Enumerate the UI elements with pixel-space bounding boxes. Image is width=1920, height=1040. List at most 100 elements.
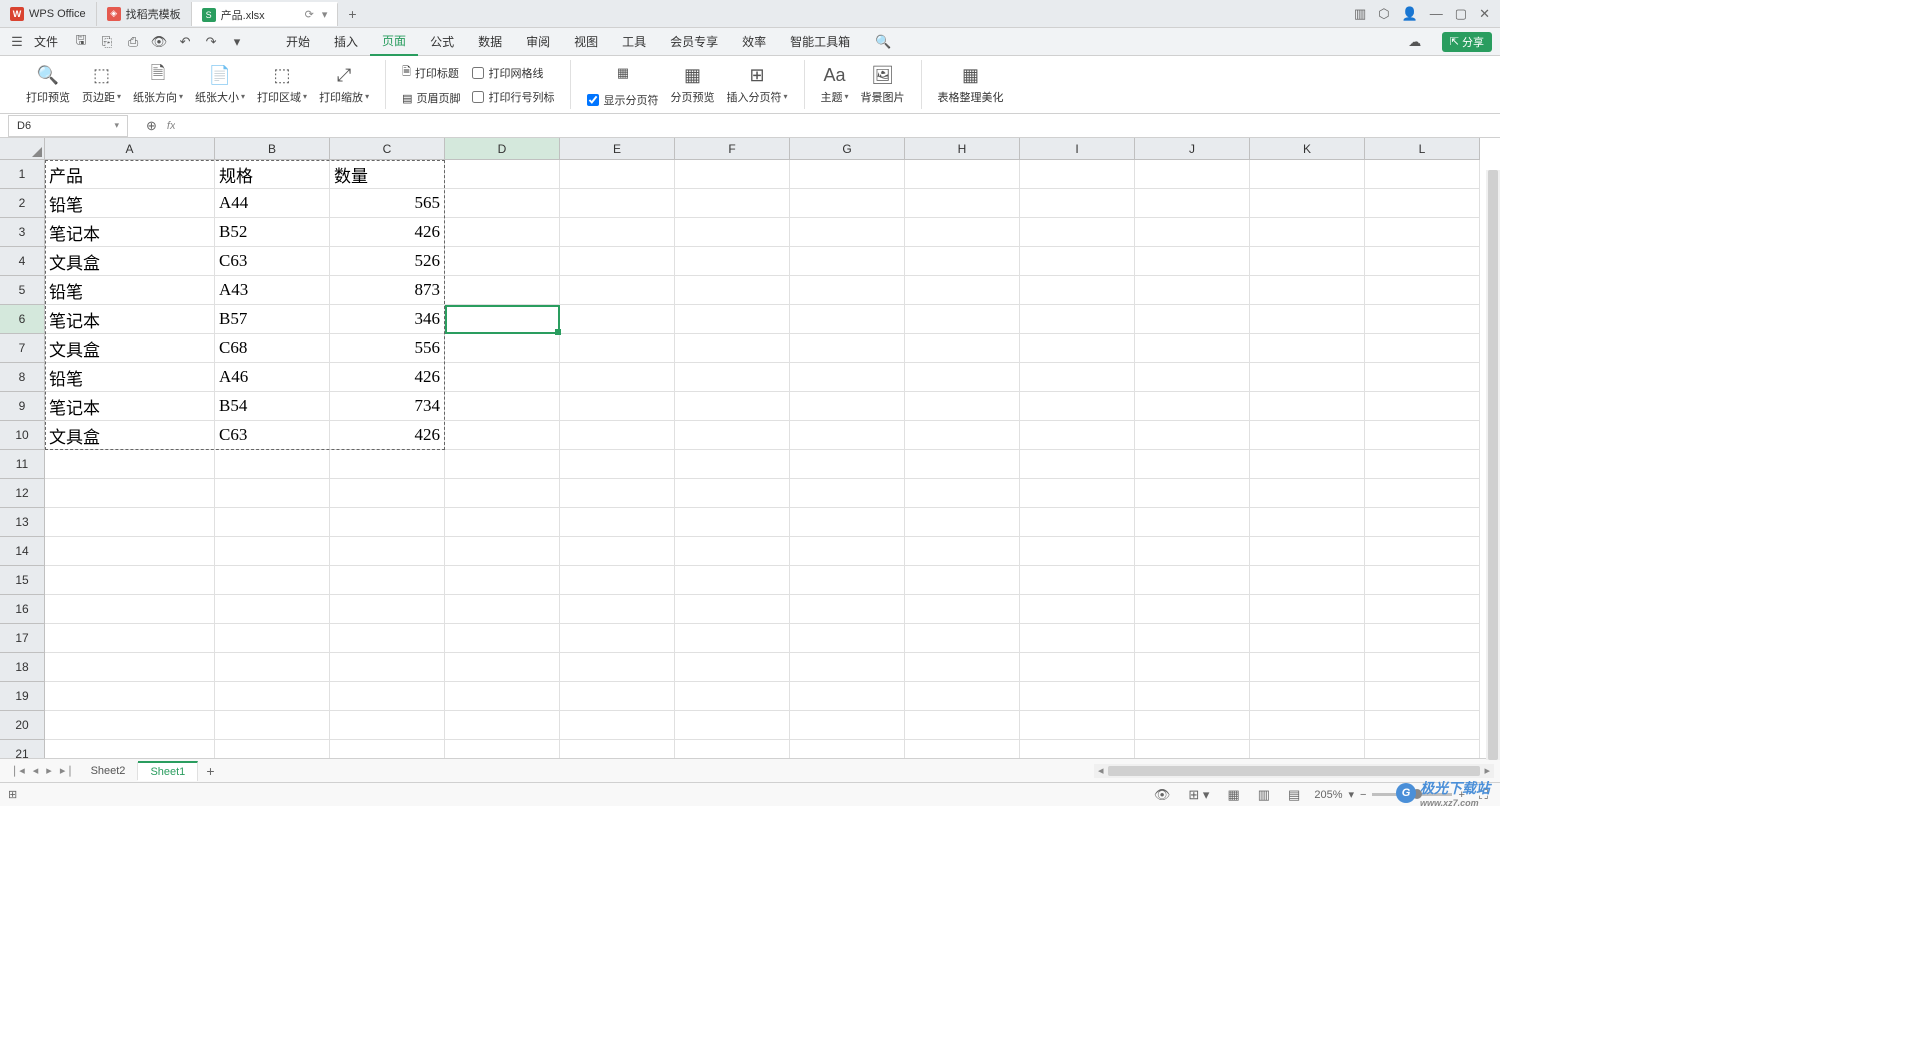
cell[interactable] xyxy=(675,566,790,595)
cell[interactable] xyxy=(330,653,445,682)
cell[interactable] xyxy=(1365,247,1480,276)
cell[interactable] xyxy=(790,653,905,682)
cell[interactable] xyxy=(560,537,675,566)
cell[interactable] xyxy=(675,305,790,334)
cell[interactable] xyxy=(215,595,330,624)
cell[interactable] xyxy=(1250,740,1365,758)
cell[interactable] xyxy=(215,682,330,711)
cell[interactable] xyxy=(560,595,675,624)
cell[interactable] xyxy=(215,450,330,479)
name-box[interactable]: D6 ▾ xyxy=(8,115,128,137)
sheet-tab-sheet1[interactable]: Sheet1 xyxy=(138,761,198,781)
cell[interactable] xyxy=(215,740,330,758)
cell[interactable] xyxy=(1365,218,1480,247)
cell[interactable] xyxy=(905,247,1020,276)
cell[interactable] xyxy=(1020,160,1135,189)
cell[interactable] xyxy=(1250,566,1365,595)
tab-template[interactable]: ◈ 找稻壳模板 xyxy=(97,2,192,26)
cell[interactable] xyxy=(560,740,675,758)
cell[interactable] xyxy=(675,479,790,508)
cell[interactable] xyxy=(1365,392,1480,421)
cell[interactable] xyxy=(1135,218,1250,247)
cell[interactable] xyxy=(445,711,560,740)
cell[interactable] xyxy=(1250,537,1365,566)
cell[interactable] xyxy=(560,624,675,653)
cell[interactable] xyxy=(1135,450,1250,479)
sheet-nav-prev[interactable]: ◂ xyxy=(29,764,43,777)
cell-d2[interactable] xyxy=(445,189,560,218)
eye-icon[interactable]: 👁 xyxy=(1150,785,1175,805)
bg-image-button[interactable]: 🖼背景图片 xyxy=(855,63,911,107)
row-header-10[interactable]: 10 xyxy=(0,421,45,450)
cell[interactable] xyxy=(330,595,445,624)
cell[interactable] xyxy=(1365,711,1480,740)
cell[interactable] xyxy=(790,740,905,758)
cell[interactable] xyxy=(560,479,675,508)
cell-c1[interactable]: 数量 xyxy=(330,160,445,189)
col-header-b[interactable]: B xyxy=(215,138,330,160)
cell[interactable] xyxy=(675,189,790,218)
cell-a1[interactable]: 产品 xyxy=(45,160,215,189)
cell[interactable] xyxy=(905,566,1020,595)
cell-c8[interactable]: 426 xyxy=(330,363,445,392)
cell[interactable] xyxy=(1135,508,1250,537)
cell[interactable] xyxy=(1365,160,1480,189)
row-header-3[interactable]: 3 xyxy=(0,218,45,247)
cell-b4[interactable]: C63 xyxy=(215,247,330,276)
cell[interactable] xyxy=(45,653,215,682)
cell[interactable] xyxy=(330,624,445,653)
cell[interactable] xyxy=(790,566,905,595)
cell[interactable] xyxy=(1020,421,1135,450)
sheet-nav-last[interactable]: ▸❘ xyxy=(56,764,79,777)
view-page-button[interactable]: ▥ xyxy=(1254,785,1274,805)
cell[interactable] xyxy=(905,363,1020,392)
cell[interactable] xyxy=(560,334,675,363)
cell[interactable] xyxy=(905,421,1020,450)
cell[interactable] xyxy=(905,508,1020,537)
cell[interactable] xyxy=(560,363,675,392)
menu-efficiency[interactable]: 效率 xyxy=(730,28,778,56)
cell[interactable] xyxy=(45,682,215,711)
cell[interactable] xyxy=(330,740,445,758)
cell[interactable] xyxy=(1135,537,1250,566)
cell[interactable] xyxy=(675,595,790,624)
cell[interactable] xyxy=(1020,218,1135,247)
print-scale-button[interactable]: ⤢打印缩放▾ xyxy=(313,63,375,107)
row-header-7[interactable]: 7 xyxy=(0,334,45,363)
row-header-2[interactable]: 2 xyxy=(0,189,45,218)
cell[interactable] xyxy=(675,537,790,566)
cell[interactable] xyxy=(560,653,675,682)
cell[interactable] xyxy=(1135,740,1250,758)
menu-data[interactable]: 数据 xyxy=(466,28,514,56)
save-icon[interactable]: 🖫 xyxy=(72,33,90,51)
row-header-18[interactable]: 18 xyxy=(0,653,45,682)
cell[interactable] xyxy=(905,479,1020,508)
menu-smart[interactable]: 智能工具箱 xyxy=(778,28,862,56)
row-header-1[interactable]: 1 xyxy=(0,160,45,189)
cell[interactable] xyxy=(445,508,560,537)
print-preview-button[interactable]: 🔍打印预览 xyxy=(20,63,76,107)
cell[interactable] xyxy=(1250,160,1365,189)
cell[interactable] xyxy=(1020,363,1135,392)
zoom-value[interactable]: 205% xyxy=(1314,789,1342,801)
dropdown-icon[interactable]: ▾ xyxy=(228,33,246,51)
cell[interactable] xyxy=(560,160,675,189)
cell[interactable] xyxy=(445,624,560,653)
avatar-icon[interactable]: 👤 xyxy=(1402,6,1418,22)
cell-a2[interactable]: 铅笔 xyxy=(45,189,215,218)
cell-a8[interactable]: 铅笔 xyxy=(45,363,215,392)
paper-size-button[interactable]: 📄纸张大小▾ xyxy=(189,63,251,107)
cell[interactable] xyxy=(1365,682,1480,711)
col-header-i[interactable]: I xyxy=(1020,138,1135,160)
cell[interactable] xyxy=(1135,276,1250,305)
cell[interactable] xyxy=(1365,421,1480,450)
row-header-19[interactable]: 19 xyxy=(0,682,45,711)
share-button[interactable]: ⇱分享 xyxy=(1442,32,1492,52)
cell[interactable] xyxy=(790,537,905,566)
cell[interactable] xyxy=(1365,334,1480,363)
cell[interactable] xyxy=(1135,479,1250,508)
print-icon[interactable]: ⎙ xyxy=(124,33,142,51)
cell[interactable] xyxy=(1020,682,1135,711)
cell-c7[interactable]: 556 xyxy=(330,334,445,363)
cell[interactable] xyxy=(905,682,1020,711)
